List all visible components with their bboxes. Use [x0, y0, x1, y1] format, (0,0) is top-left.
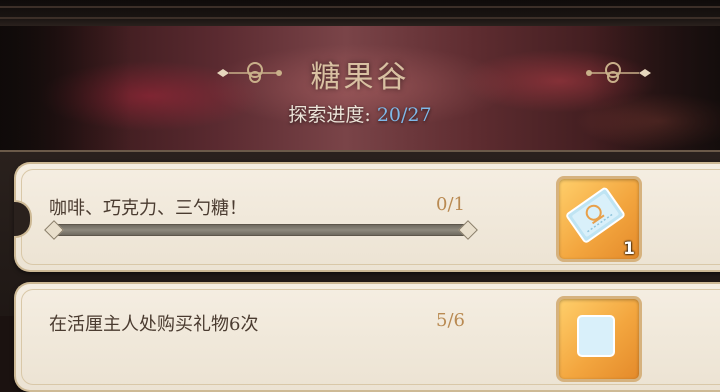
quest-progress-bar [44, 220, 478, 240]
region-title: 糖果谷 [310, 60, 410, 95]
quest-name: 咖啡、巧克力、三勺糖！ [49, 198, 247, 219]
top-bar [0, 0, 720, 26]
exploration-progress-value: 20/27 [376, 104, 432, 126]
quest-count: 0/1 [436, 194, 465, 215]
top-rail [0, 17, 720, 19]
top-rail [0, 6, 720, 8]
exploration-progress: 探索进度: 20/27 [0, 100, 720, 127]
exploration-progress-label: 探索进度: [288, 104, 371, 126]
quest-name: 在活厘主人处购买礼物6次 [49, 314, 259, 335]
quest-card[interactable]: 在活厘主人处购买礼物6次 5/6 [14, 282, 720, 392]
quest-count: 5/6 [436, 310, 465, 331]
progress-track [52, 224, 472, 236]
reward-icon [577, 315, 615, 357]
reward-slot[interactable] [556, 296, 642, 382]
quest-card[interactable]: 咖啡、巧克力、三勺糖！ 0/1 1 [14, 162, 720, 272]
reward-slot[interactable]: 1 [556, 176, 642, 262]
reward-quantity: 1 [623, 239, 635, 259]
